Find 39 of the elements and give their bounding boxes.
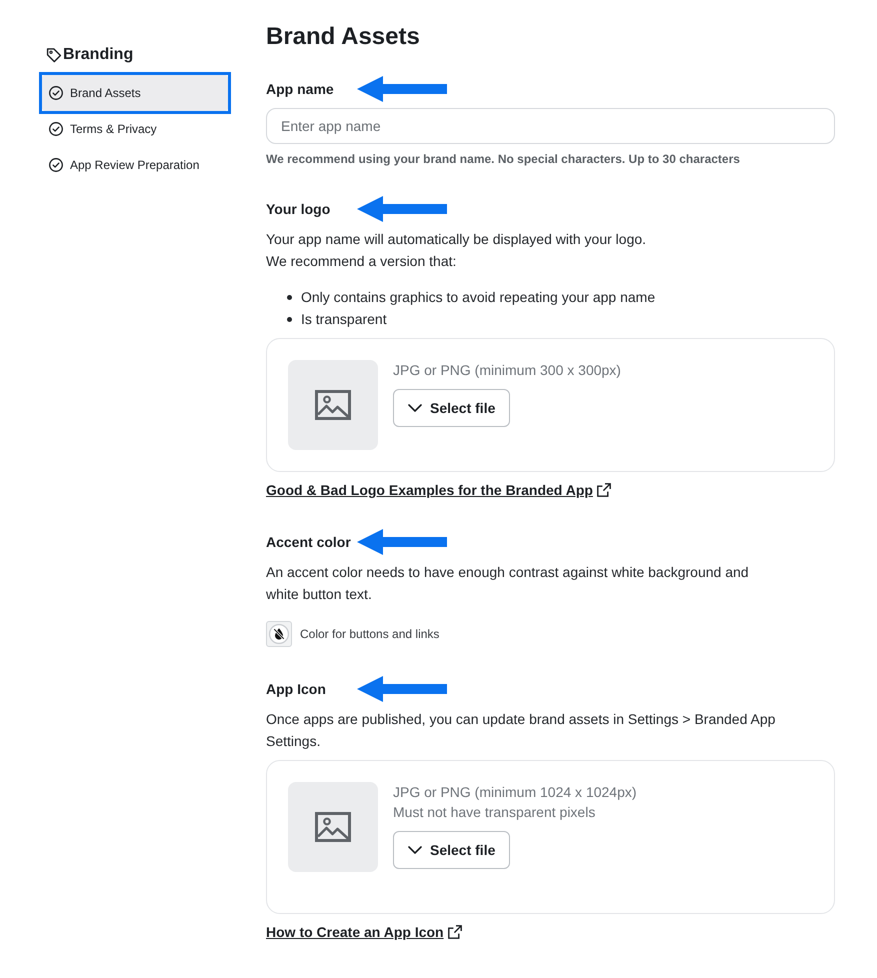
requirement-text: JPG or PNG (minimum 300 x 300px) xyxy=(393,361,621,380)
page-title: Brand Assets xyxy=(266,22,421,52)
text-input[interactable]: Enter app name xyxy=(266,108,835,144)
sidebar-item[interactable]: App Review Preparation xyxy=(42,147,228,183)
check-circle-icon xyxy=(49,158,63,172)
external-link-icon xyxy=(596,483,611,497)
select-file-button[interactable]: Select file xyxy=(393,831,510,869)
requirement-text: JPG or PNG (minimum 1024 x 1024px) xyxy=(393,783,637,802)
sidebar-title: Branding xyxy=(63,45,134,65)
color-swatch-button[interactable] xyxy=(266,621,292,647)
swatch-label: Color for buttons and links xyxy=(300,626,440,642)
bullet-icon xyxy=(287,316,292,322)
image-icon xyxy=(315,390,351,420)
sidebar-item[interactable]: Brand Assets xyxy=(42,75,228,111)
help-link[interactable]: How to Create an App Icon xyxy=(266,922,462,942)
check-circle-icon xyxy=(49,86,63,100)
hint-text: We recommend using your brand name. No special characters. Up to 30 characters xyxy=(266,151,741,167)
requirement-text: Must not have transparent pixels xyxy=(393,803,596,822)
description-text: An accent color needs to have enough contrast against white background and white button text. xyxy=(266,563,750,604)
image-icon xyxy=(315,812,351,842)
field-label: Your logo xyxy=(266,201,330,217)
description-text: Once apps are published, you can update brand assets in Settings > Branded App Settings. xyxy=(266,710,776,751)
field-label: App name xyxy=(266,81,334,97)
help-link[interactable]: Good & Bad Logo Examples for the Branded App xyxy=(266,480,611,500)
bullet-text: Only contains graphics to avoid repeating your app name xyxy=(301,288,656,307)
external-link-icon xyxy=(448,925,462,939)
bullet-icon xyxy=(287,294,292,300)
field-label: App Icon xyxy=(266,681,326,697)
select-file-button[interactable]: Select file xyxy=(393,389,510,427)
tag-icon xyxy=(46,47,62,63)
description-text: We recommend a version that: xyxy=(266,252,458,271)
chevron-down-icon xyxy=(408,404,422,412)
chevron-down-icon xyxy=(408,846,422,854)
sidebar-item[interactable]: Terms & Privacy xyxy=(42,111,228,147)
field-label: Accent color xyxy=(266,534,351,550)
drop-slash-icon xyxy=(269,624,289,644)
check-circle-icon xyxy=(49,122,63,136)
bullet-text: Is transparent xyxy=(301,310,387,329)
description-text: Your app name will automatically be displayed with your logo. xyxy=(266,230,648,249)
